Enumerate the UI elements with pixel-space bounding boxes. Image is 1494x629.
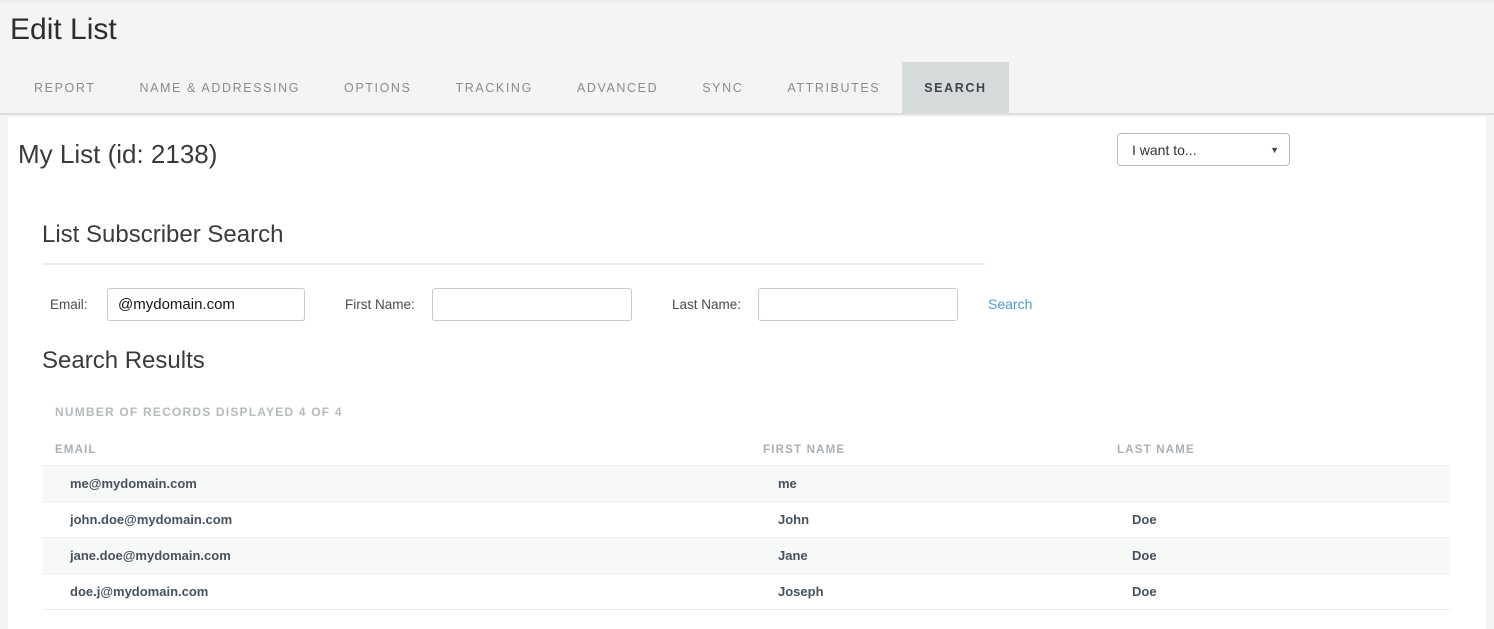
first-name-cell: John (750, 501, 1104, 537)
column-header-email: EMAIL (42, 436, 750, 465)
tab-name-addressing[interactable]: NAME & ADDRESSING (117, 62, 322, 113)
last-name-label: Last Name: (672, 288, 741, 321)
table-row: doe.j@mydomain.comJosephDoe (42, 573, 1450, 609)
last-name-field[interactable] (758, 288, 958, 321)
last-name-cell (1104, 465, 1450, 501)
i-want-to-dropdown[interactable]: I want to... ▼ (1117, 133, 1290, 166)
column-header-last-name: LAST NAME (1104, 436, 1450, 465)
first-name-field[interactable] (432, 288, 632, 321)
column-header-first-name: FIRST NAME (750, 436, 1104, 465)
last-name-cell: Doe (1104, 501, 1450, 537)
table-row: jane.doe@mydomain.comJaneDoe (42, 537, 1450, 573)
search-button[interactable]: Search (988, 288, 1032, 321)
content-panel: My List (id: 2138) I want to... ▼ List S… (8, 117, 1486, 629)
first-name-cell: Joseph (750, 573, 1104, 609)
search-results-heading: Search Results (42, 347, 205, 375)
first-name-cell: me (750, 465, 1104, 501)
records-summary: NUMBER OF RECORDS DISPLAYED 4 OF 4 (55, 405, 343, 419)
heading-divider (42, 263, 985, 265)
email-field[interactable] (107, 288, 305, 321)
table-header-row: EMAIL FIRST NAME LAST NAME (42, 436, 1450, 465)
table-row: me@mydomain.comme (42, 465, 1450, 501)
email-cell: john.doe@mydomain.com (42, 501, 750, 537)
first-name-cell: Jane (750, 537, 1104, 573)
caret-down-icon: ▼ (1270, 145, 1289, 155)
subscriber-search-form: Email: First Name: Last Name: Search (8, 288, 1486, 321)
search-results-table: EMAIL FIRST NAME LAST NAME me@mydomain.c… (42, 436, 1450, 610)
subscriber-search-heading: List Subscriber Search (42, 221, 283, 249)
tab-tracking[interactable]: TRACKING (434, 62, 555, 113)
tab-options[interactable]: OPTIONS (322, 62, 433, 113)
tab-search[interactable]: SEARCH (902, 62, 1008, 113)
edit-list-page: { "page": { "title": "Edit List" }, "tab… (0, 0, 1494, 629)
table-body: me@mydomain.commejohn.doe@mydomain.comJo… (42, 465, 1450, 609)
tab-bar: REPORTNAME & ADDRESSINGOPTIONSTRACKINGAD… (0, 62, 1494, 115)
table-row: john.doe@mydomain.comJohnDoe (42, 501, 1450, 537)
tab-sync[interactable]: SYNC (680, 62, 765, 113)
first-name-label: First Name: (345, 288, 415, 321)
tab-advanced[interactable]: ADVANCED (555, 62, 680, 113)
last-name-cell: Doe (1104, 537, 1450, 573)
tab-attributes[interactable]: ATTRIBUTES (765, 62, 902, 113)
email-cell: jane.doe@mydomain.com (42, 537, 750, 573)
page-title: Edit List (10, 13, 117, 47)
list-title: My List (id: 2138) (18, 139, 217, 170)
tab-report[interactable]: REPORT (12, 62, 117, 113)
email-label: Email: (50, 288, 88, 321)
dropdown-selected-value: I want to... (1118, 142, 1270, 158)
last-name-cell: Doe (1104, 573, 1450, 609)
email-cell: doe.j@mydomain.com (42, 573, 750, 609)
email-cell: me@mydomain.com (42, 465, 750, 501)
